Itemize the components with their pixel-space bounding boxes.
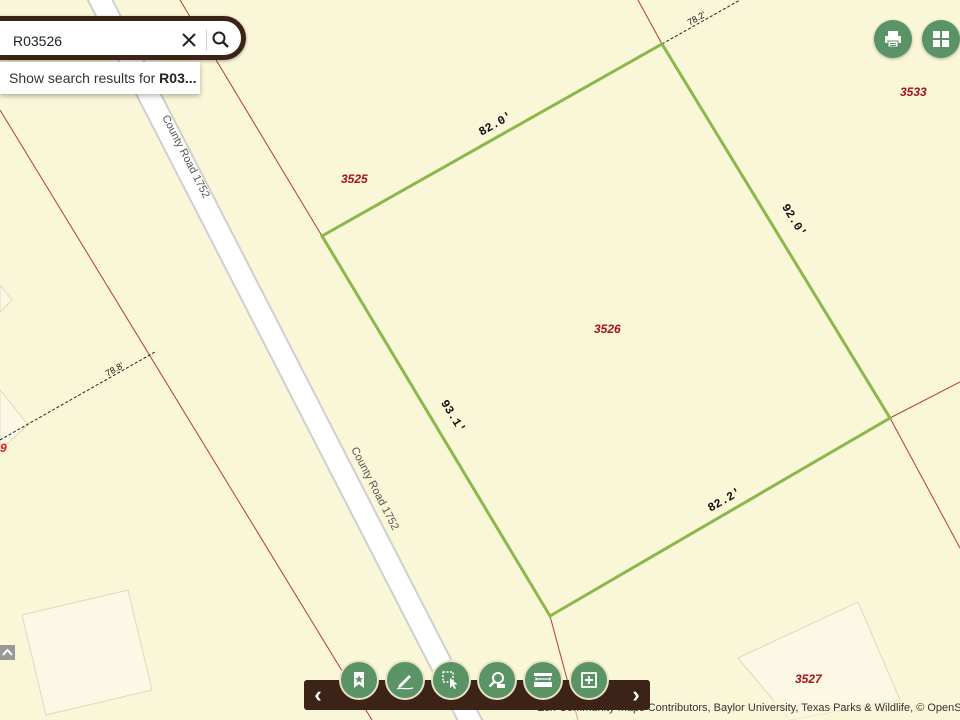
parcel-label-3525: 3525: [341, 172, 368, 186]
expand-panel-button[interactable]: [0, 645, 15, 660]
basemap-grid-button[interactable]: [922, 20, 960, 58]
map-canvas[interactable]: County Road 1752 County Road 1752 82.0' …: [0, 0, 960, 720]
select-tool-button[interactable]: [431, 660, 471, 700]
toolbar-prev-button[interactable]: ‹: [304, 680, 332, 710]
chevron-left-icon: ‹: [314, 682, 322, 707]
print-icon: [885, 31, 901, 48]
suggestion-match: R03...: [159, 70, 197, 86]
close-icon: [182, 33, 196, 47]
search-bar: [0, 16, 246, 60]
search-icon: [212, 31, 229, 48]
clear-button[interactable]: [177, 28, 201, 52]
measure-icon: [534, 673, 552, 687]
draw-tool-button[interactable]: [385, 660, 425, 700]
bookmark-tool-button[interactable]: [339, 660, 379, 700]
chevron-up-icon: [2, 648, 13, 656]
chevron-right-icon: ›: [632, 682, 640, 707]
parcel-label-3526: 3526: [594, 322, 621, 336]
search-map-icon: [488, 672, 505, 688]
parcel-label-3533: 3533: [900, 85, 927, 99]
search-button[interactable]: [209, 28, 233, 52]
search-map-tool-button[interactable]: [477, 660, 517, 700]
measure-tool-button[interactable]: [523, 660, 563, 700]
search-divider: [206, 30, 207, 50]
add-layer-tool-button[interactable]: [569, 660, 609, 700]
select-parcel-icon: [442, 671, 458, 689]
print-button[interactable]: [874, 20, 912, 58]
bookmark-icon: [354, 672, 364, 688]
suggestion-prefix: Show search results for: [9, 70, 160, 86]
parcel-label-3527: 3527: [795, 672, 823, 686]
search-suggestion[interactable]: Show search results for R03...: [0, 62, 200, 94]
toolbar-next-button[interactable]: ›: [622, 680, 650, 710]
basemap-grid-icon: [933, 31, 949, 47]
add-layer-icon: [581, 672, 597, 688]
draw-pencil-icon: [396, 675, 414, 690]
search-input[interactable]: [13, 29, 173, 53]
parcel-label-partial: 9: [0, 441, 7, 455]
